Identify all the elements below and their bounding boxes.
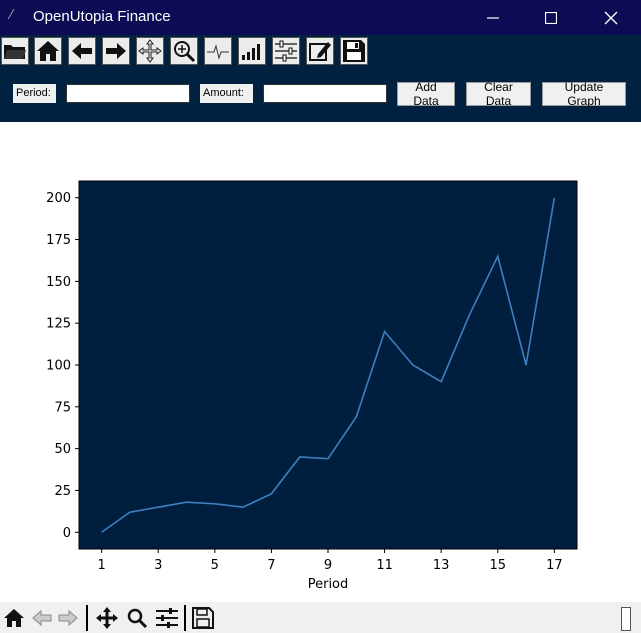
x-tick-label: 5 xyxy=(211,558,219,573)
back-arrow-icon xyxy=(72,43,92,59)
y-tick-label: 25 xyxy=(54,484,71,499)
update-graph-button[interactable]: Update Graph xyxy=(542,80,626,108)
y-tick-label: 175 xyxy=(46,233,71,248)
close-icon xyxy=(604,11,618,24)
clear-data-button[interactable]: Clear Data xyxy=(466,80,531,108)
plot-area xyxy=(78,180,578,550)
nav-pan-button[interactable] xyxy=(95,606,119,630)
sliders-icon xyxy=(275,40,297,62)
maximize-button[interactable] xyxy=(528,0,574,35)
nav-configure-button[interactable] xyxy=(155,606,179,630)
maximize-icon xyxy=(545,11,557,24)
x-tick-label: 13 xyxy=(433,558,450,573)
toolbar xyxy=(0,35,641,67)
amount-input[interactable] xyxy=(263,84,387,103)
nav-home-button[interactable] xyxy=(2,606,26,630)
toolbar-separator xyxy=(184,605,186,631)
sliders-icon xyxy=(156,608,178,628)
bar-chart-icon xyxy=(242,44,260,60)
x-tick-label: 3 xyxy=(154,558,162,573)
amount-label: Amount: xyxy=(200,84,253,103)
toolbar-separator xyxy=(86,605,88,631)
title-bar: ⁄ OpenUtopia Finance xyxy=(0,0,641,35)
pan-icon xyxy=(96,607,118,629)
forward-arrow-icon xyxy=(58,609,78,627)
nav-save-button[interactable] xyxy=(191,606,215,630)
close-button[interactable] xyxy=(588,0,634,35)
nav-back-button[interactable] xyxy=(30,606,54,630)
zoom-icon xyxy=(174,41,196,63)
x-tick-label: 17 xyxy=(546,558,563,573)
home-button[interactable] xyxy=(34,37,62,65)
minimize-icon xyxy=(487,16,499,19)
navigation-toolbar xyxy=(0,602,641,633)
window-title: OpenUtopia Finance xyxy=(33,8,171,25)
x-tick-label: 11 xyxy=(376,558,393,573)
open-folder-icon xyxy=(4,45,26,59)
back-button[interactable] xyxy=(68,37,96,65)
data-entry-panel: Period: Amount: Add Data Clear Data Upda… xyxy=(0,67,641,122)
status-indicator xyxy=(621,607,631,631)
nav-forward-button[interactable] xyxy=(56,606,80,630)
y-tick-label: 75 xyxy=(54,400,71,415)
settings-button[interactable] xyxy=(272,37,300,65)
zoom-button[interactable] xyxy=(170,37,198,65)
home-icon xyxy=(37,41,59,61)
x-axis-label: Period xyxy=(308,577,349,592)
save-button[interactable] xyxy=(340,37,368,65)
y-tick-label: 200 xyxy=(46,191,71,206)
edit-icon xyxy=(309,42,331,61)
y-tick-label: 125 xyxy=(46,317,71,332)
x-tick-label: 7 xyxy=(267,558,275,573)
x-tick-label: 9 xyxy=(324,558,332,573)
pan-button[interactable] xyxy=(136,37,164,65)
x-tick-label: 1 xyxy=(97,558,105,573)
y-tick-label: 100 xyxy=(46,359,71,374)
period-label: Period: xyxy=(13,84,56,103)
period-input[interactable] xyxy=(66,84,190,103)
forward-button[interactable] xyxy=(102,37,130,65)
y-tick-label: 0 xyxy=(63,526,71,541)
x-tick-label: 15 xyxy=(489,558,506,573)
subplots-button[interactable] xyxy=(204,37,232,65)
bar-chart-button[interactable] xyxy=(238,37,266,65)
save-icon xyxy=(343,40,365,62)
open-button[interactable] xyxy=(1,37,29,65)
nav-zoom-button[interactable] xyxy=(125,606,149,630)
save-icon xyxy=(192,607,214,629)
zoom-icon xyxy=(127,608,148,629)
y-tick-label: 50 xyxy=(54,442,71,457)
subplots-icon xyxy=(207,44,229,60)
back-arrow-icon xyxy=(32,609,52,627)
home-icon xyxy=(4,609,24,627)
line-chart: 1 3 5 7 9 11 13 15 170255075100125150175200Perio… xyxy=(46,180,578,592)
add-data-button[interactable]: Add Data xyxy=(397,80,455,108)
chart-canvas[interactable]: 1 3 5 7 9 11 13 15 17 0 25 50 75 100 125 150 175 200 Perio… xyxy=(0,122,641,602)
feather-icon: ⁄ xyxy=(10,8,13,23)
forward-arrow-icon xyxy=(106,43,126,59)
minimize-button[interactable] xyxy=(470,0,516,35)
y-tick-label: 150 xyxy=(46,275,71,290)
edit-button[interactable] xyxy=(306,37,334,65)
pan-icon xyxy=(138,39,162,63)
